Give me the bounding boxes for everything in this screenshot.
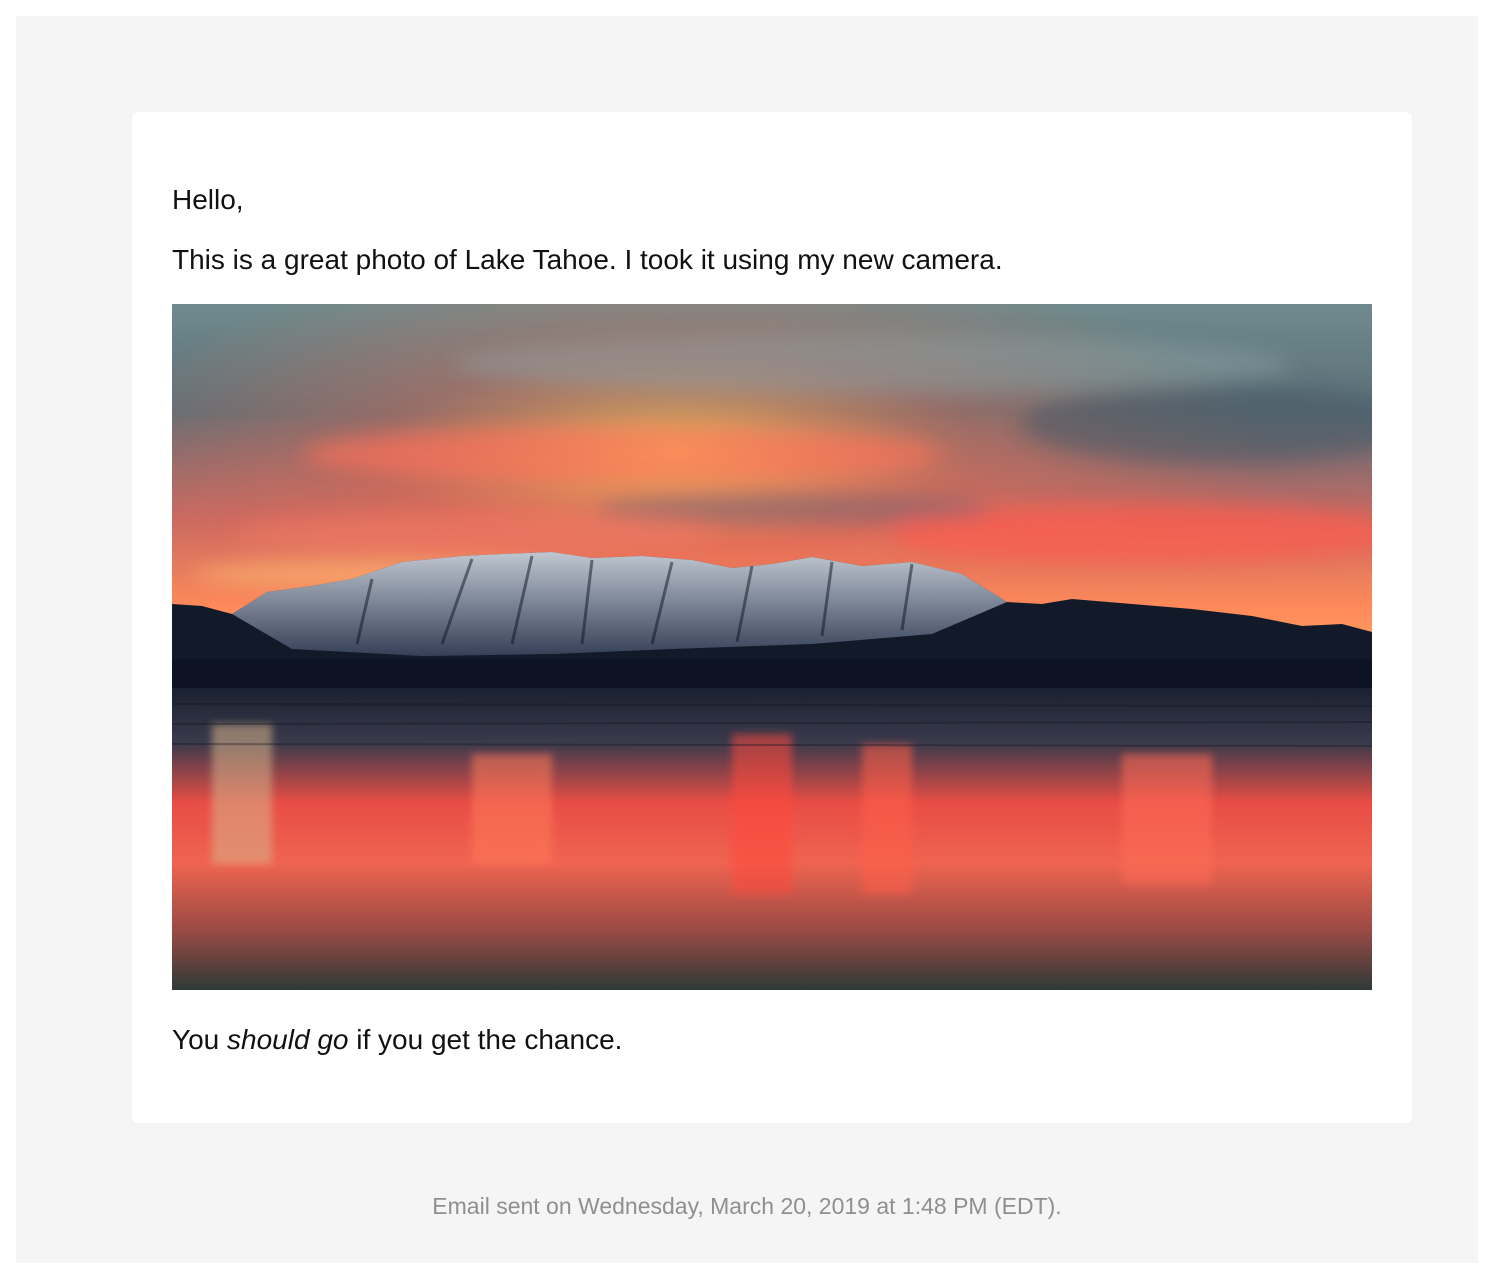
intro-paragraph: This is a great photo of Lake Tahoe. I t… xyxy=(172,244,1003,275)
greeting-text: Hello, xyxy=(172,184,244,215)
lake-tahoe-photo[interactable] xyxy=(172,304,1372,990)
email-wrapper: Hello, This is a great photo of Lake Tah… xyxy=(16,16,1478,1263)
closing-text-end: if you get the chance. xyxy=(348,1024,623,1055)
closing-emphasis: should go xyxy=(227,1024,349,1055)
email-card: Hello, This is a great photo of Lake Tah… xyxy=(132,112,1412,1123)
closing-paragraph: You should go if you get the chance. xyxy=(172,1022,622,1058)
sent-timestamp: Email sent on Wednesday, March 20, 2019 … xyxy=(432,1193,1062,1219)
closing-text-start: You xyxy=(172,1024,228,1055)
